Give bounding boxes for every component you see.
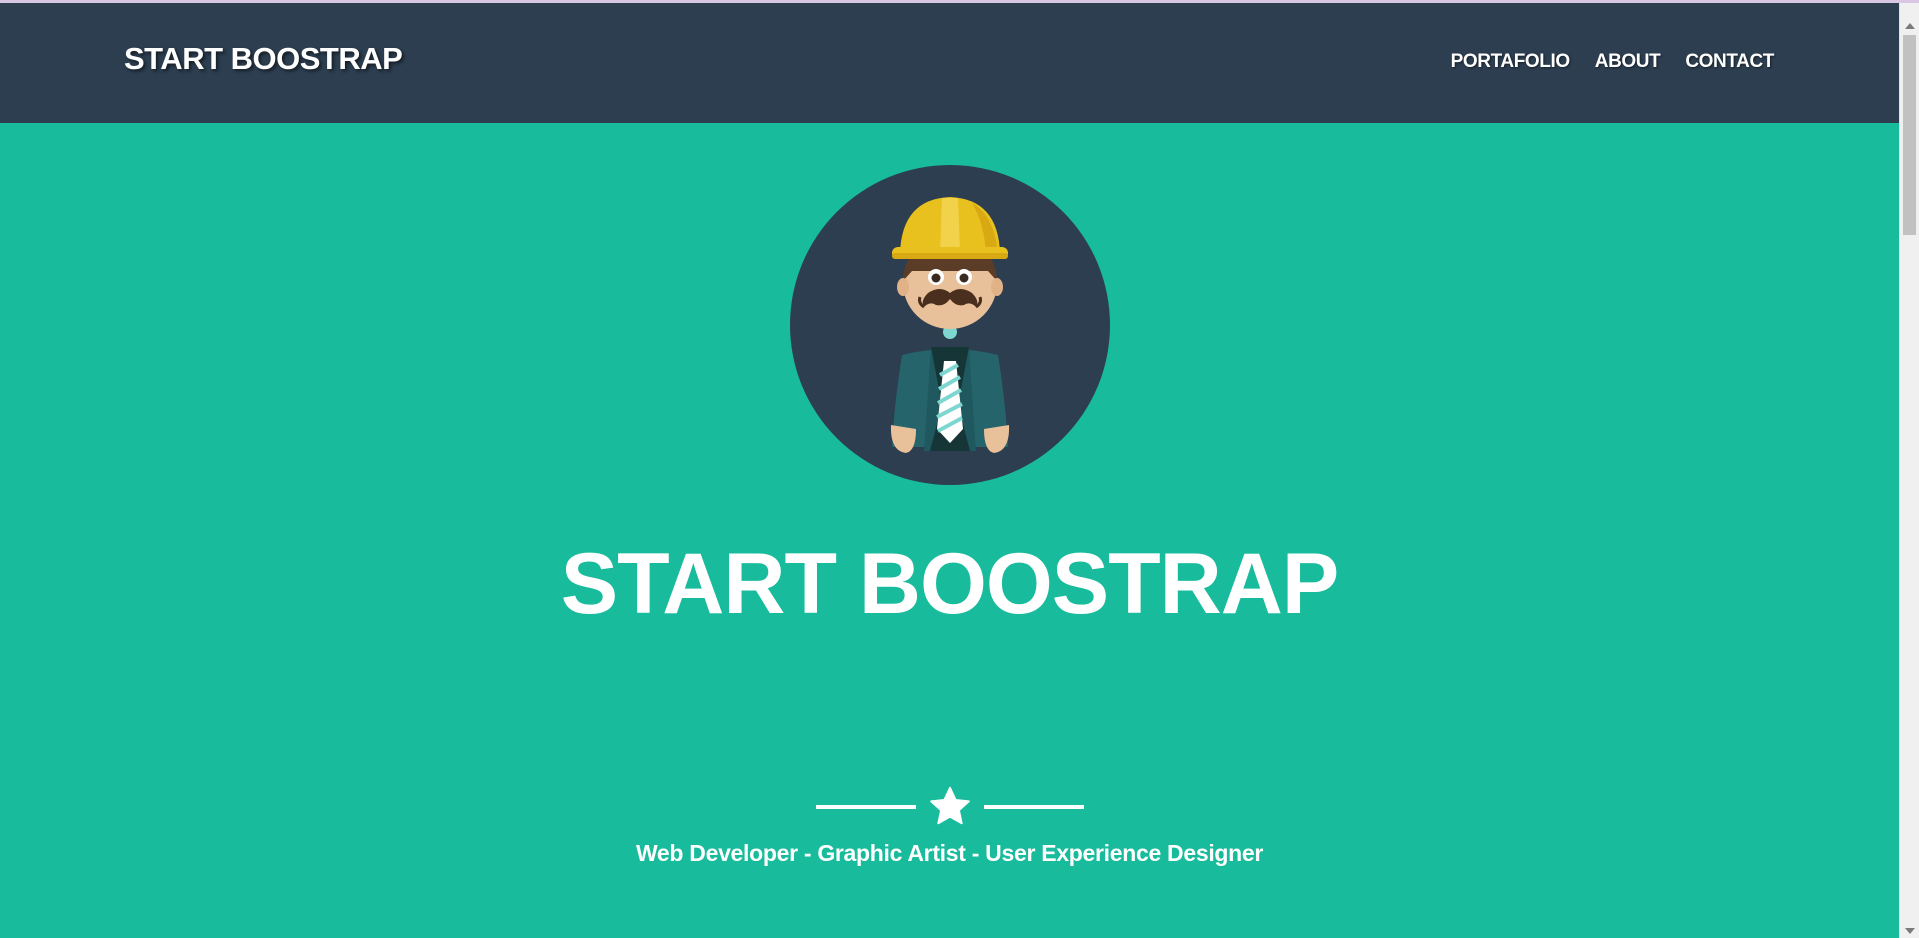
divider-line-right (984, 805, 1084, 809)
star-icon (930, 786, 970, 825)
construction-worker-avatar-icon (790, 165, 1110, 485)
nav-link-about[interactable]: ABOUT (1595, 51, 1661, 73)
navbar: START BOOSTRAP PORTAFOLIO ABOUT CONTACT (0, 3, 1899, 123)
scrollbar-thumb[interactable] (1903, 35, 1916, 235)
nav-link-portafolio[interactable]: PORTAFOLIO (1451, 51, 1571, 73)
nav-link-contact[interactable]: CONTACT (1685, 51, 1774, 73)
nav-links: PORTAFOLIO ABOUT CONTACT (1451, 51, 1775, 73)
scroll-down-arrow-icon[interactable] (1905, 928, 1915, 934)
scroll-up-arrow-icon[interactable] (1905, 23, 1915, 29)
divider-line-left (816, 805, 916, 809)
avatar (790, 165, 1110, 485)
star-divider (816, 782, 1084, 832)
page-viewport: START BOOSTRAP PORTAFOLIO ABOUT CONTACT (0, 0, 1899, 938)
hero-title: START BOOSTRAP (560, 536, 1340, 632)
hero-subtitle: Web Developer - Graphic Artist - User Ex… (635, 840, 1264, 866)
vertical-scrollbar[interactable] (1899, 3, 1919, 938)
navbar-brand[interactable]: START BOOSTRAP (124, 41, 403, 77)
